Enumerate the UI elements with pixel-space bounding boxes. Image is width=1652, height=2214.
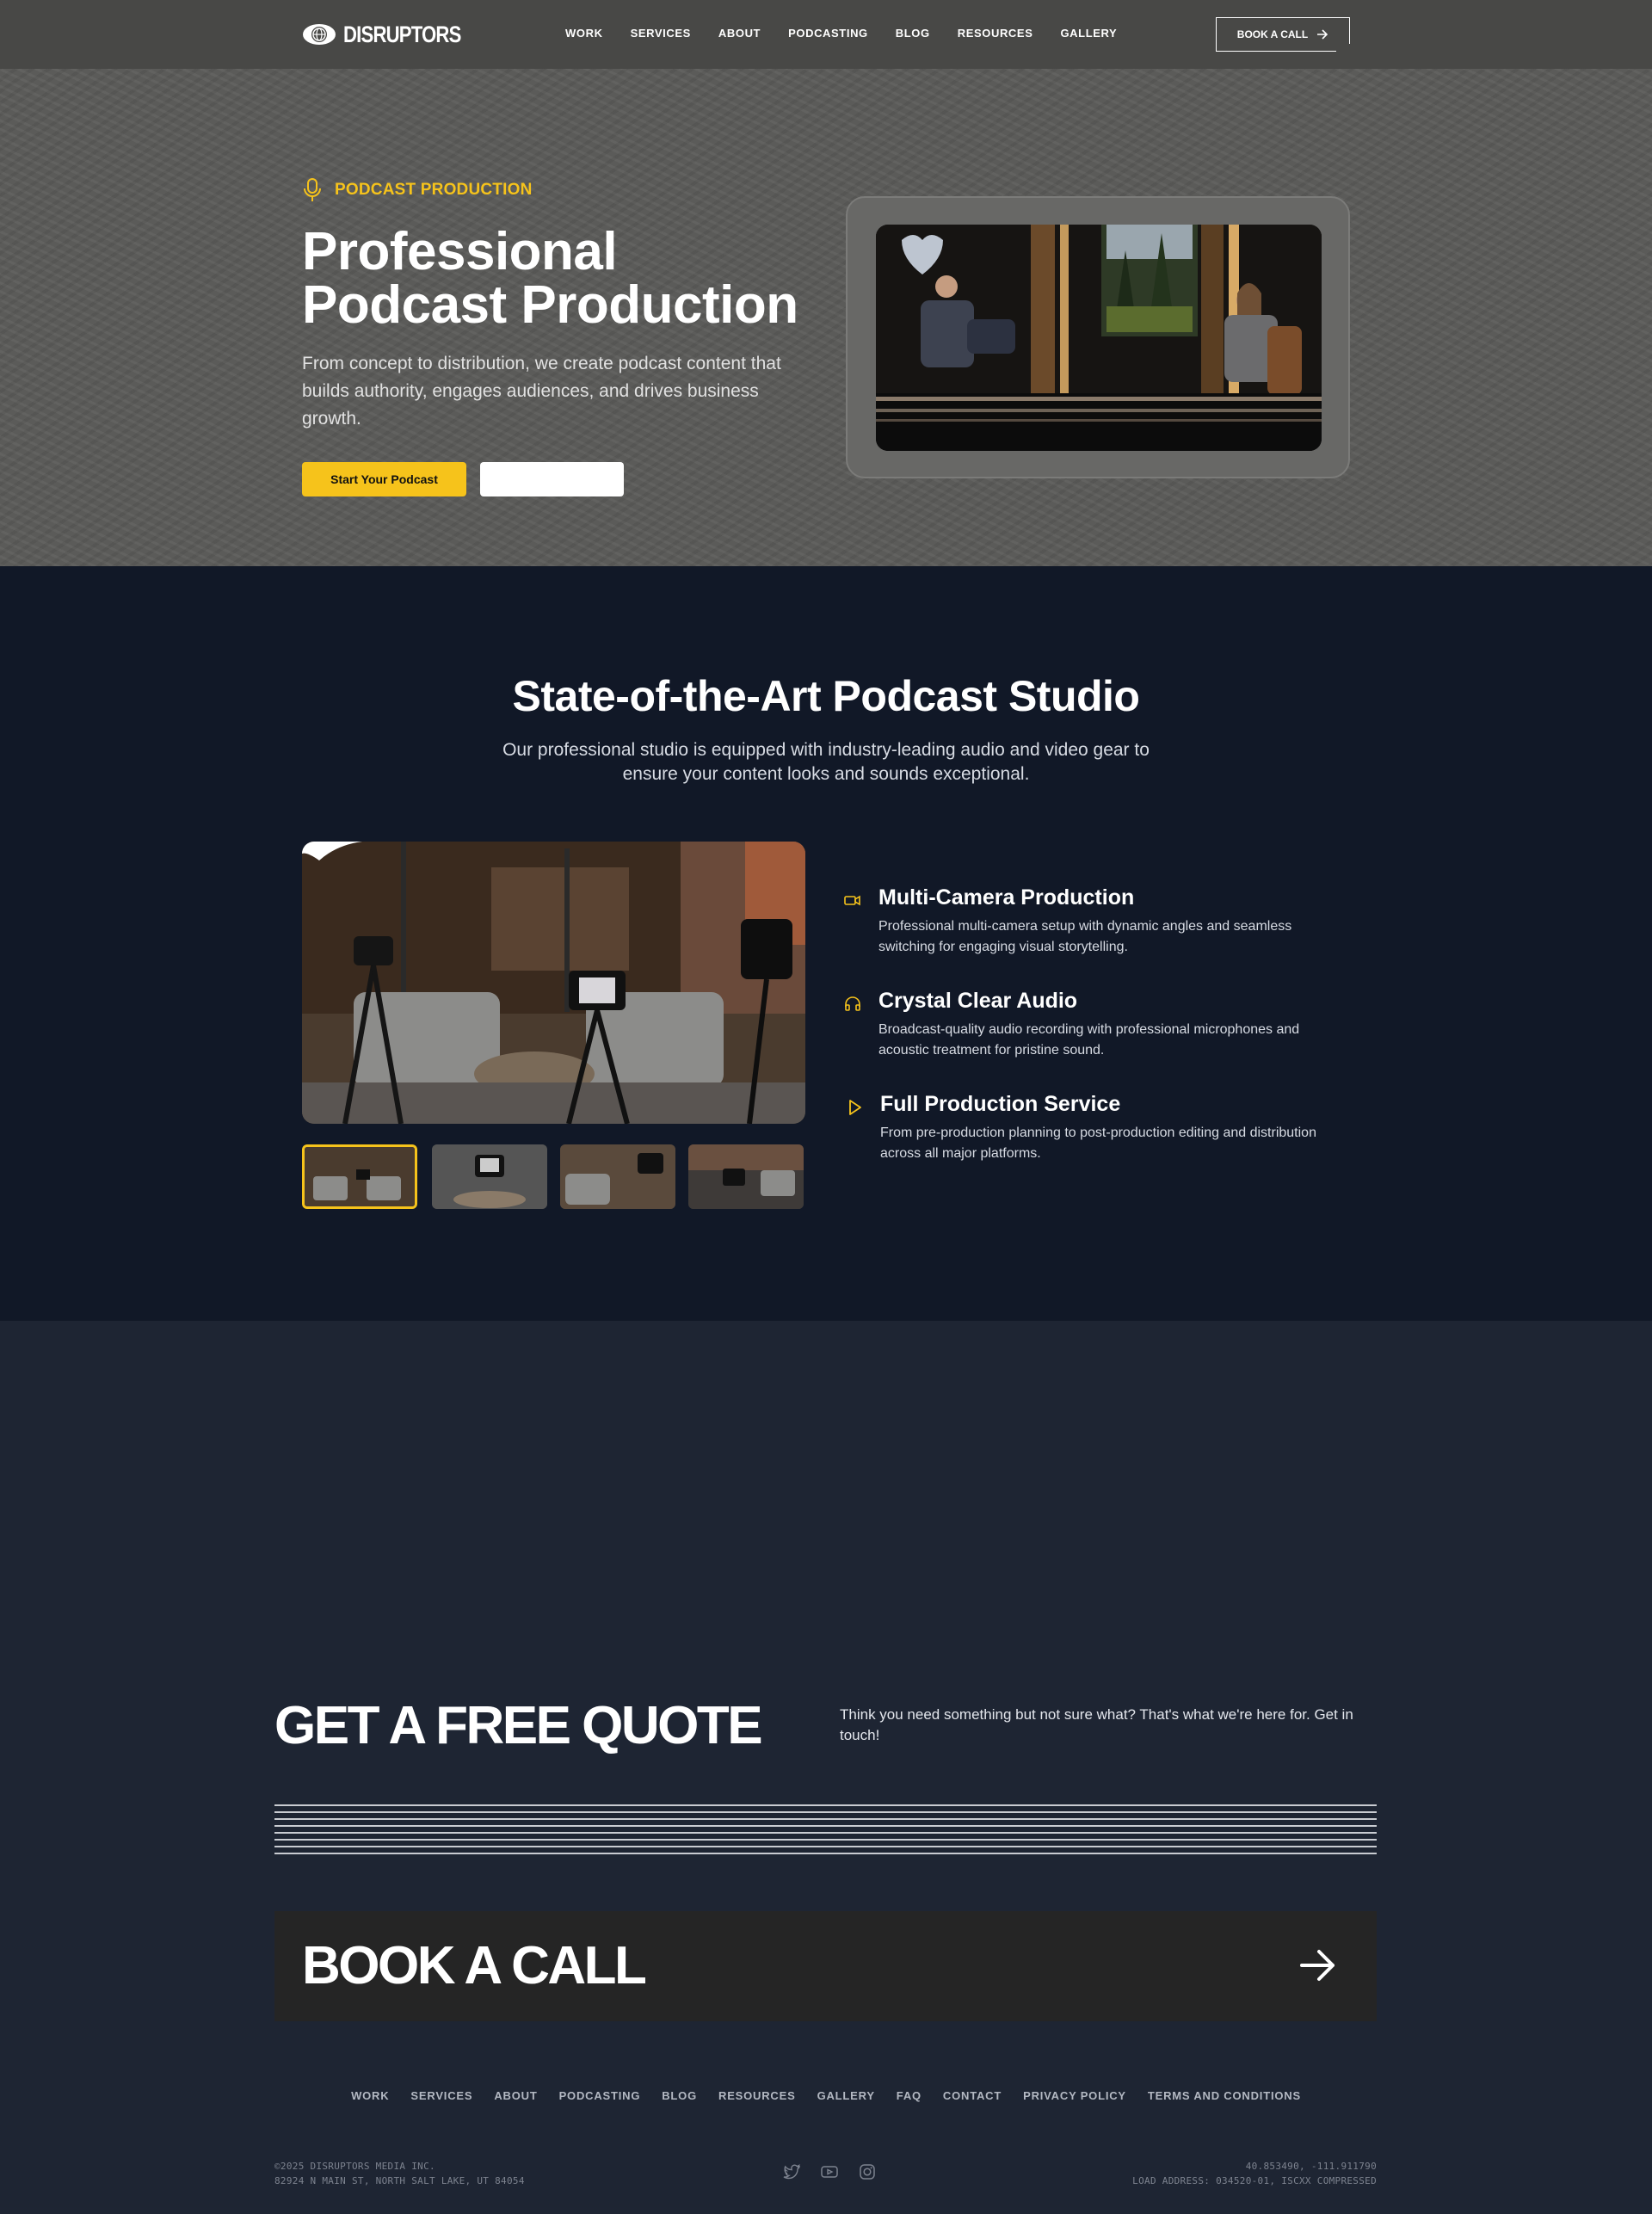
twitter-icon[interactable] [782, 2162, 801, 2181]
hero-section: PODCAST PRODUCTION Professional Podcast … [0, 69, 1652, 566]
footer-link-podcasting[interactable]: PODCASTING [559, 2089, 641, 2102]
footer-link-resources[interactable]: RESOURCES [718, 2089, 796, 2102]
studio-cameras-scene [302, 842, 805, 1124]
studio-gallery-main-image[interactable] [302, 842, 805, 1124]
play-icon [849, 1100, 861, 1115]
hero-title-line-1: Professional [302, 222, 618, 281]
hero-eyebrow: PODCAST PRODUCTION [302, 177, 533, 203]
copyright-text: ©2025 DISRUPTORS MEDIA INC. [274, 2161, 435, 2172]
feature-title: Multi-Camera Production [878, 885, 1135, 910]
studio-section: State-of-the-Art Podcast Studio Our prof… [0, 566, 1652, 1321]
footer-meta-info: 40.853490, -111.911790 LOAD ADDRESS: 034… [1132, 2159, 1377, 2188]
nav-link-blog[interactable]: BLOG [896, 27, 930, 40]
secondary-hero-button[interactable] [480, 462, 624, 496]
footer-link-blog[interactable]: BLOG [662, 2089, 697, 2102]
logo[interactable]: DISRUPTORS [302, 21, 487, 48]
book-call-button[interactable]: BOOK A CALL [274, 1911, 1377, 2021]
footer-company-info: ©2025 DISRUPTORS MEDIA INC. 82924 N MAIN… [274, 2159, 525, 2188]
footer-link-contact[interactable]: CONTACT [943, 2089, 1002, 2102]
hero-title: Professional Podcast Production [302, 225, 835, 332]
nav-link-gallery[interactable]: GALLERY [1060, 27, 1117, 40]
instagram-icon[interactable] [858, 2162, 877, 2181]
microphone-icon [304, 178, 321, 201]
nav-link-work[interactable]: WORK [565, 27, 603, 40]
free-quote-text: Think you need something but not sure wh… [840, 1706, 1353, 1743]
hero-description: From concept to distribution, we create … [302, 354, 781, 429]
hero-eyebrow-label: PODCAST PRODUCTION [335, 181, 533, 199]
feature-description: Professional multi-camera setup with dyn… [878, 919, 1292, 954]
decorative-lines [274, 1804, 1377, 1858]
footer-menu: WORK SERVICES ABOUT PODCASTING BLOG RESO… [0, 2089, 1652, 2102]
book-call-nav-button[interactable]: BOOK A CALL [1216, 17, 1350, 52]
podcast-studio-scene [876, 225, 1322, 451]
youtube-icon[interactable] [820, 2162, 839, 2181]
footer-link-privacy[interactable]: PRIVACY POLICY [1023, 2089, 1126, 2102]
book-call-nav-label: BOOK A CALL [1236, 28, 1309, 40]
gallery-thumbnail[interactable] [560, 1144, 675, 1209]
address-text: 82924 N MAIN ST, NORTH SALT LAKE, UT 840… [274, 2175, 525, 2186]
top-nav: DISRUPTORS WORK SERVICES ABOUT PODCASTIN… [0, 0, 1652, 69]
studio-subtitle: Our professional studio is equipped with… [502, 740, 1150, 784]
hero-title-line-2: Podcast Production [302, 275, 798, 335]
main-menu: WORK SERVICES ABOUT PODCASTING BLOG RESO… [565, 27, 1144, 40]
nav-link-podcasting[interactable]: PODCASTING [788, 27, 868, 40]
footer-link-terms[interactable]: TERMS AND CONDITIONS [1148, 2089, 1301, 2102]
thumbnail-image [560, 1144, 675, 1209]
footer-link-about[interactable]: ABOUT [494, 2089, 537, 2102]
globe-eye-icon [303, 24, 336, 45]
hero-media-frame [846, 196, 1350, 478]
feature-title: Crystal Clear Audio [878, 989, 1078, 1013]
arrow-right-icon [1317, 29, 1328, 40]
footer-link-gallery[interactable]: GALLERY [817, 2089, 875, 2102]
load-address-text: LOAD ADDRESS: 034520-01, ISCXX COMPRESSE… [1132, 2175, 1377, 2186]
logo-text: DISRUPTORS [343, 21, 461, 47]
nav-link-about[interactable]: ABOUT [718, 27, 761, 40]
thumbnail-image [432, 1144, 547, 1209]
footer-link-services[interactable]: SERVICES [410, 2089, 472, 2102]
hero-studio-photo [876, 225, 1322, 451]
thumbnail-image [688, 1144, 804, 1209]
gallery-thumbnail[interactable] [432, 1144, 547, 1209]
studio-title: State-of-the-Art Podcast Studio [512, 672, 1140, 720]
thumbnail-image [305, 1147, 415, 1206]
feature-description: Broadcast-quality audio recording with p… [878, 1022, 1300, 1058]
video-camera-icon [844, 895, 860, 906]
feature-title: Full Production Service [880, 1092, 1121, 1116]
nav-link-services[interactable]: SERVICES [631, 27, 691, 40]
gallery-thumbnail[interactable] [688, 1144, 804, 1209]
headphones-icon [845, 996, 860, 1011]
start-podcast-button[interactable]: Start Your Podcast [302, 462, 466, 496]
social-links [782, 2162, 877, 2181]
footer-link-faq[interactable]: FAQ [897, 2089, 922, 2102]
free-quote-title: GET A FREE QUOTE [274, 1696, 763, 1755]
nav-link-resources[interactable]: RESOURCES [958, 27, 1033, 40]
feature-description: From pre-production planning to post-pro… [880, 1126, 1316, 1161]
book-call-label: BOOK A CALL [302, 1936, 647, 1995]
coordinates-text: 40.853490, -111.911790 [1245, 2161, 1377, 2172]
arrow-right-icon [1300, 1950, 1335, 1981]
footer-link-work[interactable]: WORK [351, 2089, 389, 2102]
gallery-thumbnail[interactable] [302, 1144, 417, 1209]
